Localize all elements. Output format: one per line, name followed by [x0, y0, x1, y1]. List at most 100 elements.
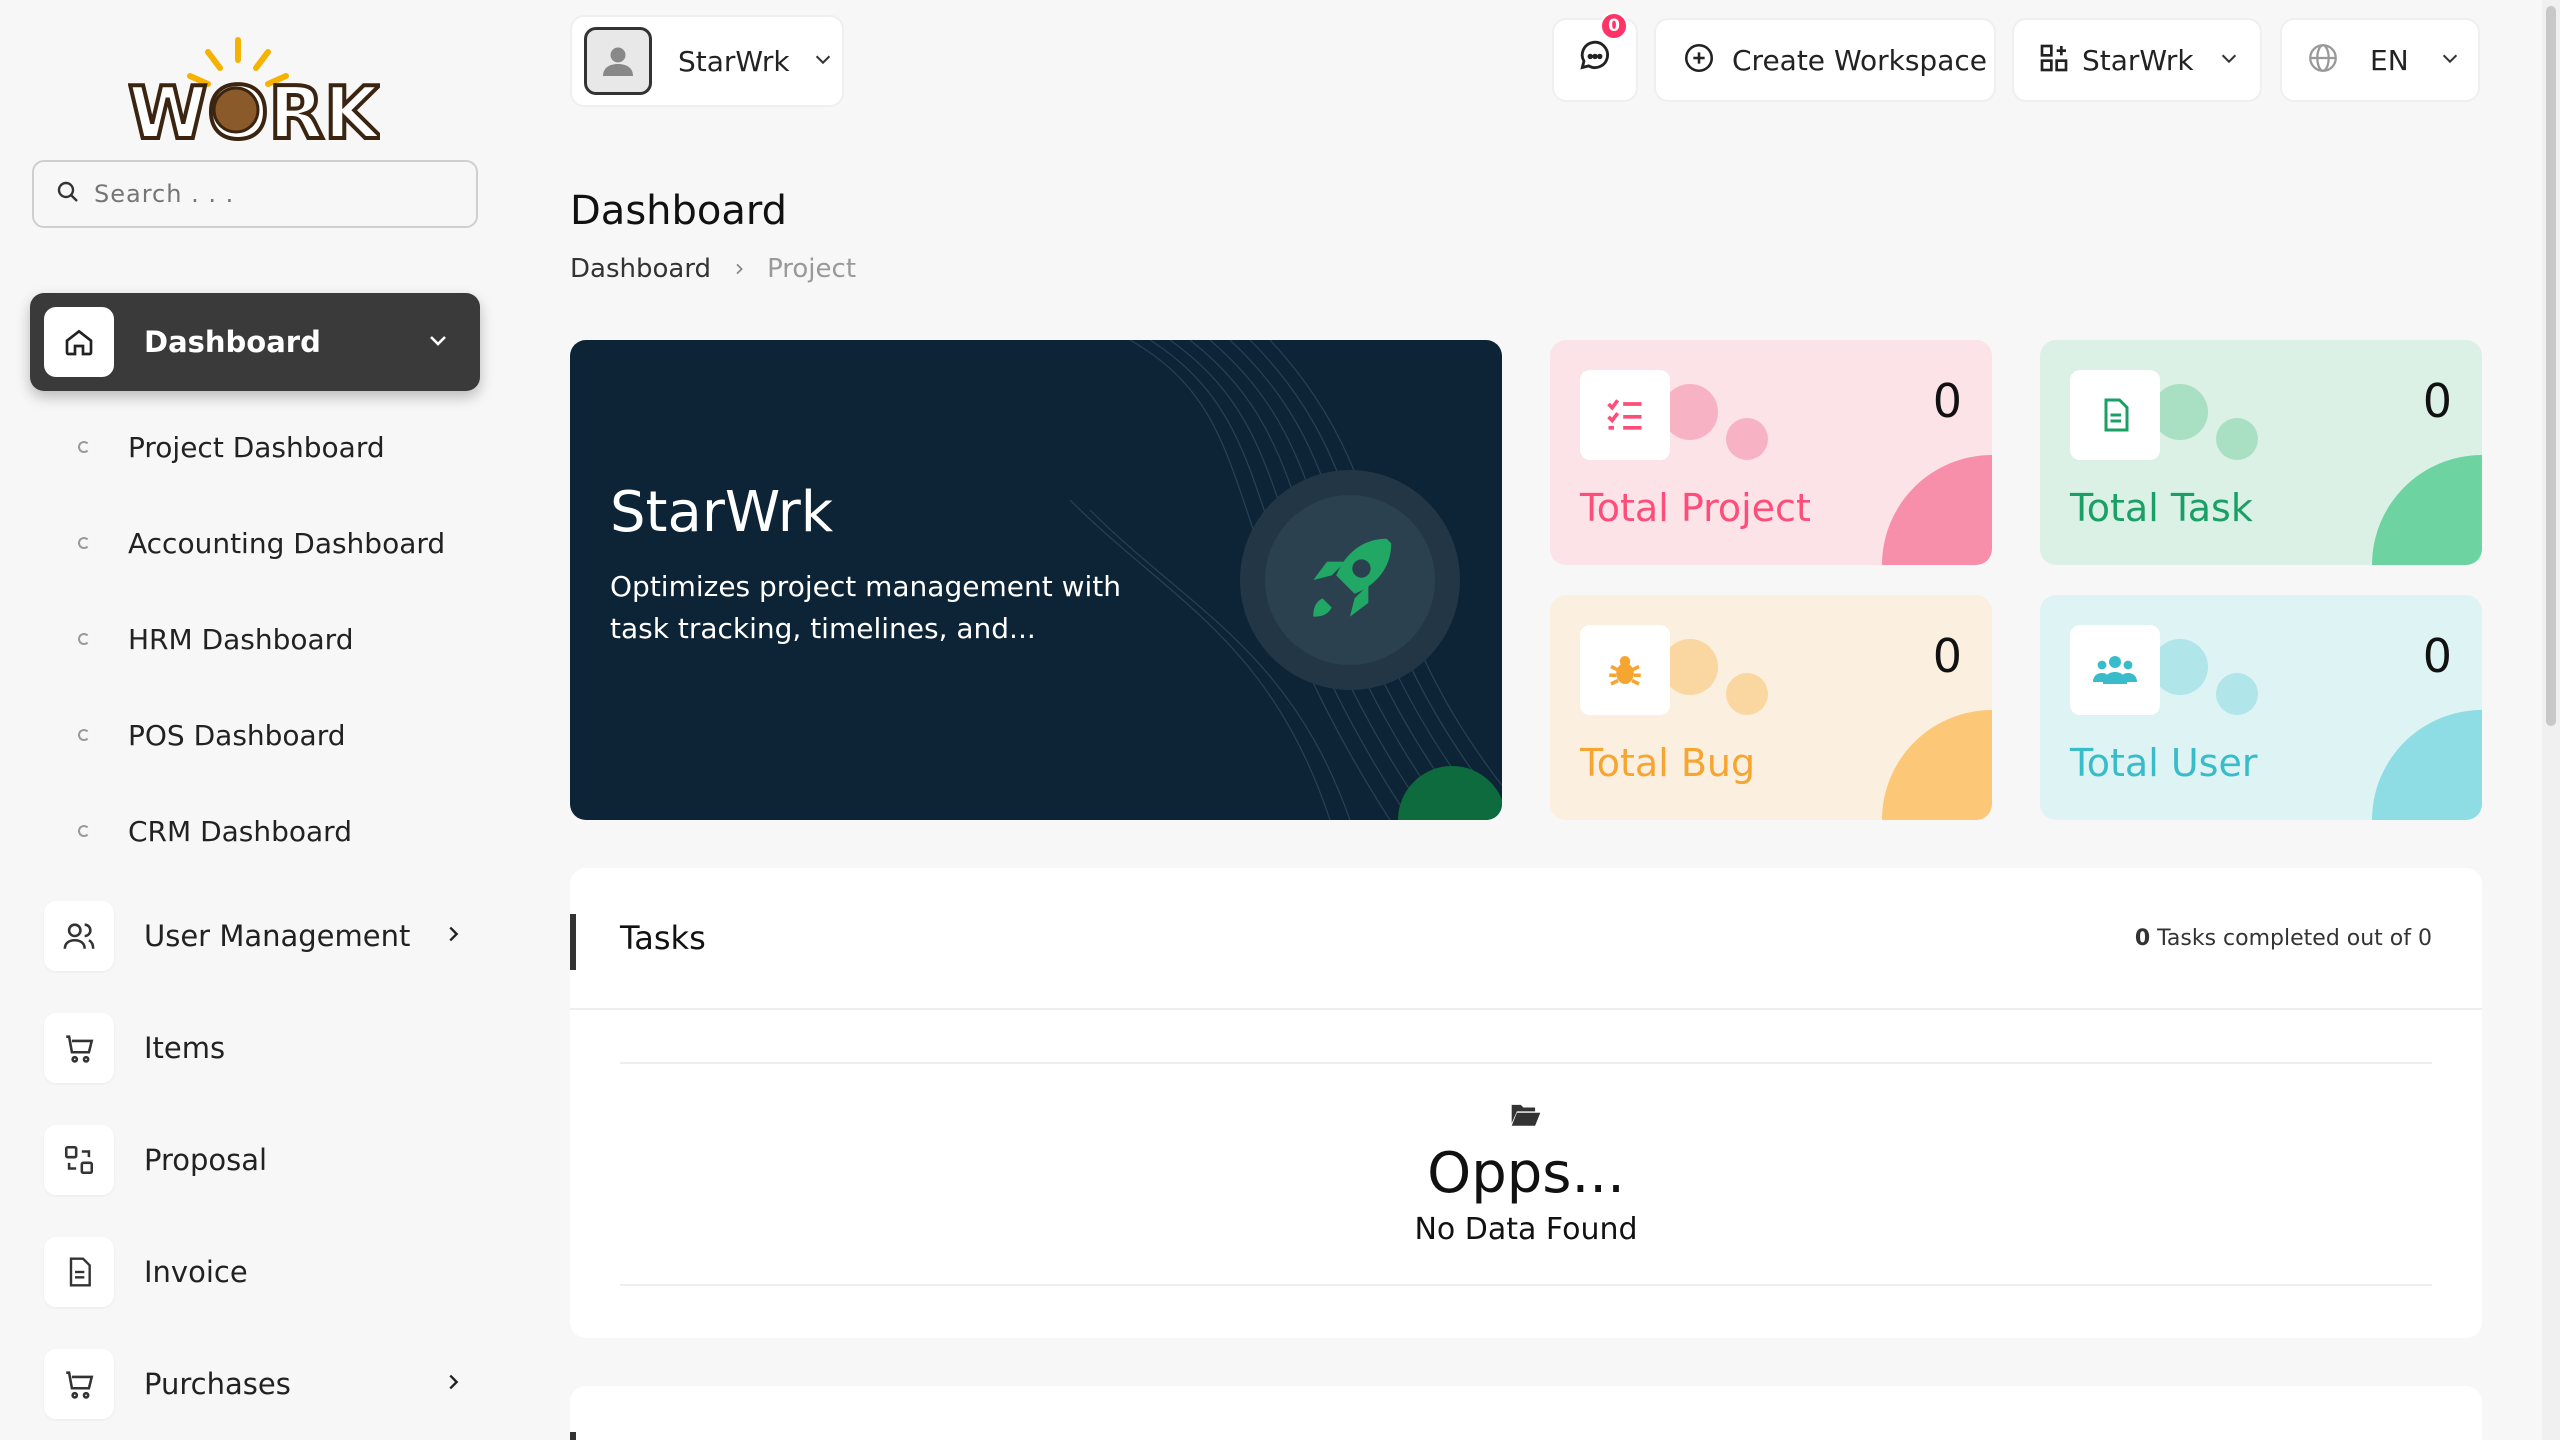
search-box[interactable]	[32, 160, 478, 228]
language-dropdown[interactable]: EN	[2280, 18, 2480, 102]
sidebar-item-label: Proposal	[144, 1143, 268, 1177]
empty-state: Opps... No Data Found	[620, 1062, 2432, 1286]
sidebar-item-user-management[interactable]: User Management	[44, 900, 464, 972]
sidebar-item-proposal[interactable]: Proposal	[44, 1124, 464, 1196]
user-name: StarWrk	[678, 44, 790, 78]
workspace-dropdown[interactable]: StarWrk	[2012, 18, 2262, 102]
subitem-label: CRM Dashboard	[128, 814, 352, 848]
sidebar-item-items[interactable]: Items	[44, 1012, 464, 1084]
document-icon	[44, 1237, 114, 1307]
stat-card-total-project[interactable]: 0 Total Project	[1550, 340, 1992, 565]
bullet-icon	[78, 537, 90, 549]
decor-circle	[1726, 673, 1768, 715]
hero-description: Optimizes project management with task t…	[610, 570, 1121, 645]
stat-value: 0	[2422, 629, 2452, 683]
chevron-right-icon	[442, 923, 464, 949]
search-icon	[56, 180, 80, 208]
decor-blob	[2372, 455, 2482, 565]
chevron-right-icon	[442, 1371, 464, 1397]
cart-icon	[44, 1349, 114, 1419]
stat-card-total-task[interactable]: 0 Total Task	[2040, 340, 2482, 565]
search-input[interactable]	[94, 180, 454, 208]
decor-blob	[1882, 710, 1992, 820]
file-icon	[2070, 370, 2160, 460]
decor-circle	[1662, 384, 1718, 440]
decor-blob	[2372, 710, 2482, 820]
sidebar: WORK Dashboard Project Dashboard Account…	[0, 0, 520, 1440]
empty-state-title: Opps...	[1427, 1141, 1625, 1206]
sidebar-subitem-pos-dashboard[interactable]: POS Dashboard	[78, 710, 346, 760]
chevron-right-icon	[731, 254, 747, 284]
stat-label: Total Project	[1580, 486, 1811, 530]
decor-circle	[2216, 673, 2258, 715]
sidebar-item-invoice[interactable]: Invoice	[44, 1236, 464, 1308]
breadcrumb-current: Project	[767, 254, 857, 284]
globe-icon	[2306, 41, 2340, 79]
chevron-down-icon	[2218, 47, 2240, 73]
sidebar-item-label: Invoice	[144, 1255, 248, 1289]
sidebar-item-label: Purchases	[144, 1367, 291, 1401]
chevron-down-icon	[812, 48, 834, 74]
subitem-label: Project Dashboard	[128, 430, 385, 464]
scrollbar-thumb[interactable]	[2546, 6, 2556, 726]
exchange-icon	[44, 1125, 114, 1195]
stat-value: 0	[2422, 374, 2452, 428]
stat-label: Total User	[2070, 741, 2258, 785]
subitem-label: Accounting Dashboard	[128, 526, 446, 560]
decor-circle	[2152, 639, 2208, 695]
chat-icon	[1576, 39, 1614, 81]
breadcrumb: Dashboard Project	[570, 254, 856, 284]
avatar	[584, 27, 652, 95]
sidebar-subitem-project-dashboard[interactable]: Project Dashboard	[78, 422, 385, 472]
create-workspace-label: Create Workspace	[1732, 43, 1987, 77]
language-label: EN	[2370, 43, 2409, 77]
decor-circle	[1662, 639, 1718, 695]
brand-logo[interactable]: WORK	[126, 30, 384, 157]
stat-value: 0	[1932, 629, 1962, 683]
stat-value: 0	[1932, 374, 1962, 428]
users-icon	[2070, 625, 2160, 715]
tasks-completed-summary: 0 Tasks completed out of 0	[2135, 926, 2432, 951]
decor-circle	[2152, 384, 2208, 440]
workspace-hero-card: StarWrk Optimizes project management wit…	[570, 340, 1502, 820]
subitem-label: HRM Dashboard	[128, 622, 354, 656]
subitem-label: POS Dashboard	[128, 718, 346, 752]
stat-card-total-bug[interactable]: 0 Total Bug	[1550, 595, 1992, 820]
sidebar-item-purchases[interactable]: Purchases	[44, 1348, 464, 1420]
plus-circle-icon	[1682, 41, 1716, 79]
empty-state-text: No Data Found	[1414, 1212, 1638, 1247]
user-workspace-dropdown[interactable]: StarWrk	[570, 15, 844, 107]
folder-open-icon	[1510, 1101, 1542, 1131]
chat-button[interactable]: 0	[1552, 12, 1638, 102]
chevron-down-icon	[426, 328, 450, 356]
bug-icon	[1580, 625, 1670, 715]
bullet-icon	[78, 441, 90, 453]
bullet-icon	[78, 729, 90, 741]
decor-circle	[1726, 418, 1768, 460]
hero-title: StarWrk	[610, 480, 834, 545]
apps-icon	[2038, 42, 2070, 78]
rocket-icon	[1265, 495, 1435, 665]
home-icon	[44, 307, 114, 377]
next-section-card	[570, 1386, 2482, 1440]
chevron-down-icon	[2439, 47, 2461, 73]
page-scrollbar[interactable]	[2542, 0, 2560, 1440]
sidebar-item-label: User Management	[144, 919, 411, 953]
section-accent-bar	[570, 1432, 576, 1440]
notification-badge: 0	[1600, 12, 1628, 40]
checklist-icon	[1580, 370, 1670, 460]
breadcrumb-item[interactable]: Dashboard	[570, 254, 711, 284]
sidebar-subitem-hrm-dashboard[interactable]: HRM Dashboard	[78, 614, 353, 664]
workspace-name: StarWrk	[2082, 43, 2194, 77]
sidebar-subitem-crm-dashboard[interactable]: CRM Dashboard	[78, 806, 352, 856]
stat-label: Total Bug	[1580, 741, 1756, 785]
sidebar-subitem-accounting-dashboard[interactable]: Accounting Dashboard	[78, 518, 445, 568]
bullet-icon	[78, 825, 90, 837]
tasks-completed-text: Tasks completed out of 0	[2157, 925, 2432, 951]
cart-icon	[44, 1013, 114, 1083]
sidebar-item-dashboard[interactable]: Dashboard	[30, 293, 480, 391]
create-workspace-button[interactable]: Create Workspace	[1654, 18, 1996, 102]
stat-card-total-user[interactable]: 0 Total User	[2040, 595, 2482, 820]
tasks-completed-count: 0	[2134, 925, 2151, 951]
decor-blob	[1882, 455, 1992, 565]
